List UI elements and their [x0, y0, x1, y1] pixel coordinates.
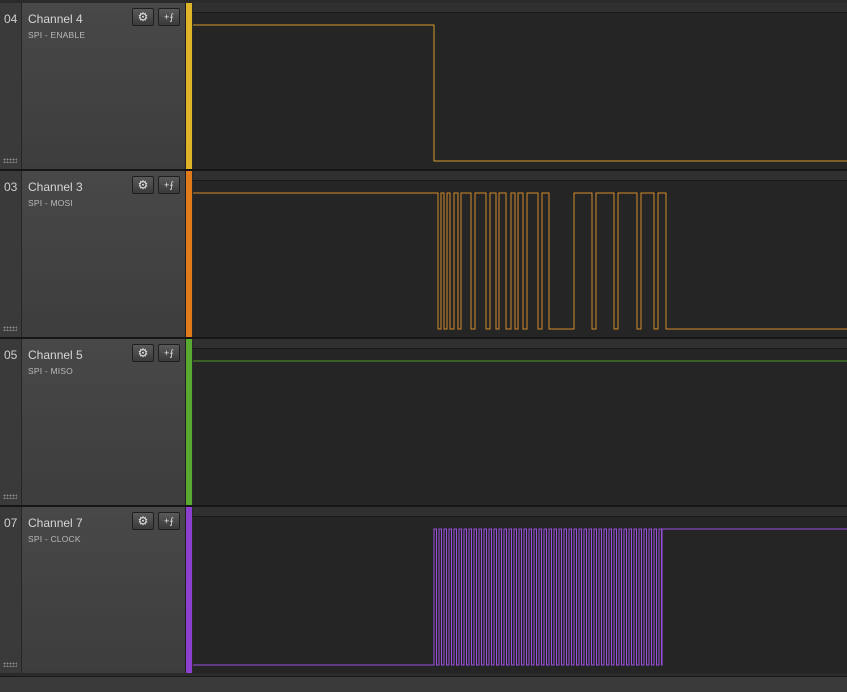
signal-trace — [193, 528, 847, 666]
signal-trace — [193, 24, 847, 162]
channel-number-column: 03 — [0, 171, 22, 337]
channel-settings-button[interactable]: ⚙ — [132, 344, 154, 362]
channel-label-panel[interactable]: Channel 3 SPI - MOSI ⚙ +⨍ — [22, 171, 186, 337]
trigger-add-icon: +⨍ — [164, 12, 174, 22]
waveform-area[interactable] — [193, 171, 847, 337]
channel-row-3: 03 Channel 3 SPI - MOSI ⚙ +⨍ — [0, 171, 847, 337]
waveform-header-strip — [193, 3, 847, 13]
channel-color-bar — [186, 171, 192, 337]
gear-icon: ⚙ — [137, 10, 149, 24]
channel-row-5: 05 Channel 5 SPI - MISO ⚙ +⨍ — [0, 339, 847, 505]
trigger-add-icon: +⨍ — [164, 180, 174, 190]
channel-settings-button[interactable]: ⚙ — [132, 176, 154, 194]
channel-number: 04 — [4, 12, 18, 26]
trigger-add-icon: +⨍ — [164, 348, 174, 358]
waveform-area[interactable] — [193, 507, 847, 673]
trigger-add-icon: +⨍ — [164, 516, 174, 526]
timeline-footer — [0, 676, 847, 692]
channel-color-bar — [186, 507, 192, 673]
trigger-button[interactable]: +⨍ — [158, 176, 180, 194]
drag-handle[interactable] — [3, 662, 17, 667]
drag-handle[interactable] — [3, 326, 17, 331]
gear-icon: ⚙ — [137, 514, 149, 528]
channel-number: 07 — [4, 516, 18, 530]
channel-settings-button[interactable]: ⚙ — [132, 8, 154, 26]
channel-number: 05 — [4, 348, 18, 362]
channel-number-column: 07 — [0, 507, 22, 673]
channel-number-column: 04 — [0, 3, 22, 169]
drag-handle[interactable] — [3, 494, 17, 499]
trigger-button[interactable]: +⨍ — [158, 512, 180, 530]
channel-subtitle: SPI - CLOCK — [28, 534, 81, 544]
channel-settings-button[interactable]: ⚙ — [132, 512, 154, 530]
channel-subtitle: SPI - MOSI — [28, 198, 73, 208]
trigger-button[interactable]: +⨍ — [158, 344, 180, 362]
waveform-header-strip — [193, 339, 847, 349]
gear-icon: ⚙ — [137, 346, 149, 360]
channel-row-4: 04 Channel 4 SPI - ENABLE ⚙ +⨍ — [0, 3, 847, 169]
channel-label-panel[interactable]: Channel 5 SPI - MISO ⚙ +⨍ — [22, 339, 186, 505]
channel-label-panel[interactable]: Channel 4 SPI - ENABLE ⚙ +⨍ — [22, 3, 186, 169]
channel-subtitle: SPI - MISO — [28, 366, 73, 376]
channel-row-7: 07 Channel 7 SPI - CLOCK ⚙ +⨍ — [0, 507, 847, 673]
waveform-header-strip — [193, 507, 847, 517]
channel-name[interactable]: Channel 3 — [28, 180, 83, 194]
waveform-area[interactable] — [193, 339, 847, 505]
trigger-button[interactable]: +⨍ — [158, 8, 180, 26]
channel-color-bar — [186, 339, 192, 505]
channel-label-panel[interactable]: Channel 7 SPI - CLOCK ⚙ +⨍ — [22, 507, 186, 673]
waveform-header-strip — [193, 171, 847, 181]
channel-subtitle: SPI - ENABLE — [28, 30, 86, 40]
channel-number-column: 05 — [0, 339, 22, 505]
waveform-area[interactable] — [193, 3, 847, 169]
channel-name[interactable]: Channel 7 — [28, 516, 83, 530]
channel-color-bar — [186, 3, 192, 169]
drag-handle[interactable] — [3, 158, 17, 163]
signal-trace — [193, 192, 847, 330]
channel-name[interactable]: Channel 5 — [28, 348, 83, 362]
channel-name[interactable]: Channel 4 — [28, 12, 83, 26]
gear-icon: ⚙ — [137, 178, 149, 192]
channel-number: 03 — [4, 180, 18, 194]
